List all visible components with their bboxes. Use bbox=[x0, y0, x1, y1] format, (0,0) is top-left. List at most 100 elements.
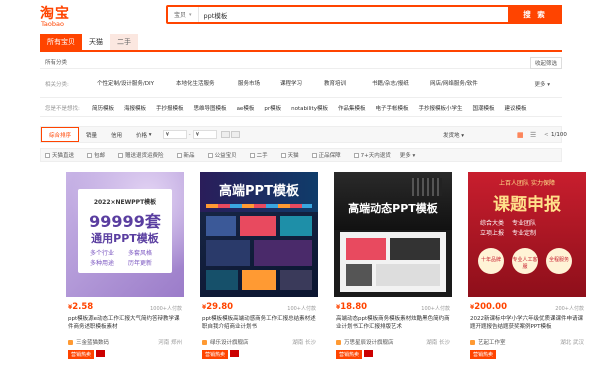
product-sales: 100+人付款 bbox=[421, 306, 450, 312]
suggestion-item[interactable]: 国潮模板 bbox=[473, 104, 495, 112]
more-categories[interactable]: 更多 ▾ bbox=[534, 80, 550, 88]
suggestion-item[interactable]: 思维导图模板 bbox=[194, 104, 227, 112]
product-sales: 200+人付款 bbox=[555, 306, 584, 312]
suggestion-label: 您是不是想找: bbox=[45, 106, 80, 112]
shop-icon bbox=[336, 339, 341, 345]
category-item[interactable]: 服务市场 bbox=[238, 79, 260, 87]
suggestion-item[interactable]: 手抄报模板 bbox=[156, 104, 184, 112]
filter-checkbox[interactable]: 天猫直送 bbox=[41, 151, 74, 159]
shop-name[interactable]: 艺起工作室 bbox=[470, 338, 506, 346]
suggestion-item[interactable]: ae模板 bbox=[237, 104, 255, 112]
filter-checkbox[interactable]: 正品保障 bbox=[308, 151, 341, 159]
filter-checkbox[interactable]: 7+天内退货 bbox=[350, 151, 391, 159]
product-image[interactable]: 上百人团队 实力保障 课题申报 综合大类 专业团队 立项上报 专业定制 十年品牌… bbox=[468, 172, 586, 297]
tab-secondhand[interactable]: 二手 bbox=[110, 34, 138, 50]
filter-bar: 天猫直送 包邮 赠送退货运费险 新品 公益宝贝 二手 天猫 正品保障 7+天内退… bbox=[40, 148, 562, 162]
tmall-badge-icon bbox=[230, 350, 239, 357]
filter-checkbox[interactable]: 天猫 bbox=[277, 151, 299, 159]
prev-page-icon[interactable]: < bbox=[544, 132, 549, 138]
suggestion-item[interactable]: notability模板 bbox=[291, 104, 328, 112]
filter-checkbox[interactable]: 包邮 bbox=[83, 151, 105, 159]
suggestion-item[interactable]: pr模板 bbox=[264, 104, 281, 112]
search-bar: 宝贝 ▾ 搜 索 bbox=[166, 5, 562, 24]
category-item[interactable]: 教育培训 bbox=[324, 79, 346, 87]
shop-location: 湖北 武汉 bbox=[560, 340, 584, 346]
product-title[interactable]: 高端动态ppt模板商务模板素材炫酷黑色简约商业计划书工作汇报排版艺术 bbox=[336, 315, 452, 331]
product-card[interactable]: 2022×NEWPPT模板 99999套 通用PPT模板 多个行业 多套风格 多… bbox=[66, 172, 184, 367]
image-text: 多套风格 bbox=[128, 250, 153, 257]
price-max-input[interactable]: ¥ bbox=[192, 130, 217, 139]
suggestion-item[interactable]: 电子手帐模板 bbox=[375, 104, 408, 112]
shop-location: 湖南 长沙 bbox=[292, 340, 316, 346]
product-title[interactable]: ppt模板模板高端动感商务工作汇报总结素材述职自我介绍商业计划书 bbox=[202, 315, 318, 331]
image-text: 高端动态PPT模板 bbox=[348, 202, 438, 215]
filter-checkbox[interactable]: 公益宝贝 bbox=[204, 151, 237, 159]
product-sales: 100+人付款 bbox=[287, 306, 316, 312]
ship-from-select[interactable]: 发货地 ▾ bbox=[443, 131, 464, 139]
suggestion-item[interactable]: 建议模板 bbox=[505, 104, 527, 112]
suggestion-item[interactable]: 海报模板 bbox=[124, 104, 146, 112]
product-card[interactable]: 高端动态PPT模板 ¥18.80 100+人付款 高端动态ppt模板商务模板素材… bbox=[334, 172, 452, 367]
suggestion-item[interactable]: 手抄报模板小学生 bbox=[419, 104, 463, 112]
list-view-icon[interactable]: ☰ bbox=[530, 131, 536, 139]
image-text: 专业团队 bbox=[512, 220, 537, 227]
grid-view-icon[interactable]: ▦ bbox=[517, 131, 524, 139]
image-text: 2022×NEWPPT模板 bbox=[93, 199, 157, 206]
promo-badge: 营销热卖 bbox=[202, 350, 229, 359]
product-card[interactable]: 高端PPT模板 ¥29.80 100+人付款 ppt模板模板高端动感商务工作汇报… bbox=[200, 172, 318, 367]
sort-sales[interactable]: 销量 bbox=[79, 127, 104, 142]
search-type-select[interactable]: 宝贝 ▾ bbox=[168, 7, 199, 22]
result-tabs: 所有宝贝 天猫 二手 bbox=[40, 34, 138, 50]
suggestion-item[interactable]: 作品集模板 bbox=[338, 104, 366, 112]
filter-checkbox[interactable]: 新品 bbox=[173, 151, 195, 159]
image-text: 上百人团队 实力保障 bbox=[499, 180, 555, 187]
shop-location: 湖南 长沙 bbox=[426, 340, 450, 346]
image-text: 多种用途 bbox=[90, 260, 115, 267]
image-text: 立项上报 bbox=[480, 230, 505, 237]
product-title[interactable]: ppt模板源e动态工作汇报大气简约答辩教学课件商务述职模板素材 bbox=[68, 315, 184, 331]
shop-icon bbox=[68, 339, 73, 345]
collapse-filter-button[interactable]: 收起筛选 bbox=[529, 57, 562, 69]
suggestion-item[interactable]: 简历模板 bbox=[92, 104, 114, 112]
product-price: ¥200.00 bbox=[470, 302, 507, 312]
shop-icon bbox=[470, 339, 475, 345]
product-card[interactable]: 上百人团队 实力保障 课题申报 综合大类 专业团队 立项上报 专业定制 十年品牌… bbox=[468, 172, 586, 367]
shop-name[interactable]: 三金蓝猫数码 bbox=[68, 338, 109, 346]
price-min-input[interactable]: ¥ bbox=[162, 130, 187, 139]
related-category-row: 相关分类: 个性定制/设计服务/DIY 本地化生活服务 服务市场 课程学习 教育… bbox=[40, 70, 562, 98]
product-image[interactable]: 高端动态PPT模板 bbox=[334, 172, 452, 297]
tab-all[interactable]: 所有宝贝 bbox=[40, 34, 82, 50]
filter-more[interactable]: 更多 ▾ bbox=[400, 151, 416, 159]
breadcrumb[interactable]: 所有分类 bbox=[40, 58, 92, 66]
category-item[interactable]: 课程学习 bbox=[280, 79, 302, 87]
sort-default[interactable]: 综合排序 bbox=[41, 127, 80, 142]
image-text: 十年品牌 bbox=[480, 257, 501, 263]
category-item[interactable]: 本地化生活服务 bbox=[176, 79, 215, 87]
product-price: ¥29.80 bbox=[202, 302, 234, 312]
image-text: 通用PPT模板 bbox=[91, 232, 159, 245]
category-item[interactable]: 网店/网络服务/软件 bbox=[430, 79, 478, 87]
promo-badge: 营销热卖 bbox=[68, 350, 95, 359]
filter-checkbox[interactable]: 赠送退货运费险 bbox=[114, 151, 164, 159]
product-price: ¥18.80 bbox=[336, 302, 368, 312]
sort-credit[interactable]: 信用 bbox=[104, 127, 129, 142]
tab-tmall[interactable]: 天猫 bbox=[82, 34, 110, 50]
product-image[interactable]: 高端PPT模板 bbox=[200, 172, 318, 297]
sort-price[interactable]: 价格 ▾ bbox=[129, 127, 159, 142]
image-text: 99999套 bbox=[89, 212, 161, 231]
view-toggle-icon[interactable] bbox=[220, 131, 230, 138]
image-text: 课题申报 bbox=[493, 195, 561, 215]
product-title[interactable]: 2022新课标中学小学六年级优质课课件申请课题开题报告结题获奖案例PPT模板 bbox=[470, 315, 586, 331]
view-toggle-icon[interactable] bbox=[230, 131, 240, 138]
image-text: 综合大类 bbox=[480, 220, 505, 227]
shop-name[interactable]: 万思星辰设计旗舰店 bbox=[336, 338, 394, 346]
category-item[interactable]: 书籍/杂志/报纸 bbox=[372, 79, 409, 87]
search-button[interactable]: 搜 索 bbox=[508, 5, 562, 24]
promo-badge: 营销热卖 bbox=[336, 350, 363, 359]
category-item[interactable]: 个性定制/设计服务/DIY bbox=[97, 79, 154, 87]
filter-checkbox[interactable]: 二手 bbox=[246, 151, 268, 159]
shop-name[interactable]: 绿乐设计旗舰店 bbox=[202, 338, 249, 346]
chevron-down-icon: ▾ bbox=[189, 11, 192, 18]
search-input[interactable] bbox=[198, 7, 508, 22]
product-image[interactable]: 2022×NEWPPT模板 99999套 通用PPT模板 多个行业 多套风格 多… bbox=[66, 172, 184, 297]
